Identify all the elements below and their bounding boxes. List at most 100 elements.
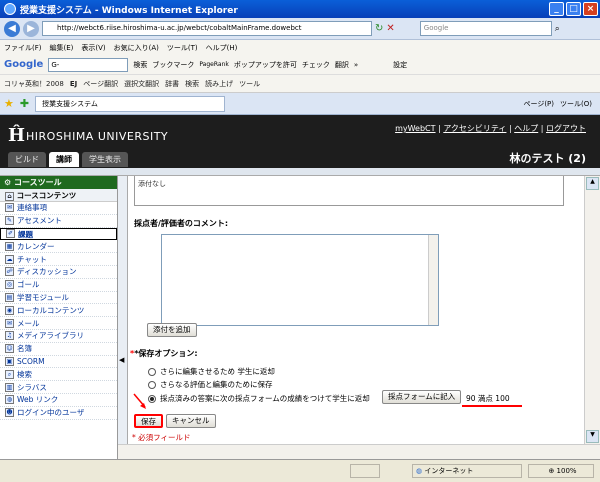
- settings-button[interactable]: 設定: [393, 60, 407, 70]
- search-button[interactable]: 検索: [185, 79, 199, 89]
- dictionary-button[interactable]: 辞書: [165, 79, 179, 89]
- help-link[interactable]: ヘルプ: [514, 124, 538, 133]
- check-button[interactable]: チェック: [302, 60, 330, 70]
- sidebar-item-assignments[interactable]: ✐ 課題: [0, 227, 117, 241]
- sidebar-item-discussion[interactable]: ☍ ディスカッション: [0, 266, 117, 279]
- radio-return-for-edit[interactable]: [148, 368, 156, 376]
- menu-favorites[interactable]: お気に入り(A): [114, 43, 159, 53]
- sidebar-item-calendar[interactable]: ▦ カレンダー: [0, 240, 117, 254]
- sidebar-item-online-users[interactable]: ☻ ログイン中のユーザ: [0, 407, 117, 420]
- home-icon: ⌂: [5, 192, 14, 201]
- browser-tab[interactable]: 授業支援システム: [35, 95, 226, 112]
- minimize-button[interactable]: _: [549, 2, 564, 16]
- menu-help[interactable]: ヘルプ(H): [206, 43, 238, 53]
- stop-icon[interactable]: ✕: [386, 23, 394, 34]
- university-logo-icon: Ĥ: [8, 125, 26, 146]
- local-content-icon: ◉: [5, 305, 14, 315]
- vertical-scrollbar[interactable]: ▲ ▼: [584, 176, 600, 444]
- sidebar-group-course-content[interactable]: ⌂ コースコンテンツ: [0, 189, 117, 202]
- save-button[interactable]: 保存: [134, 414, 163, 428]
- required-note: * 必須フィールド: [132, 433, 191, 442]
- menu-edit[interactable]: 編集(E): [50, 43, 74, 53]
- url-field[interactable]: http://webct6.riise.hiroshima-u.ac.jp/we…: [42, 21, 372, 36]
- calendar-icon: ▦: [5, 241, 14, 251]
- option-return-for-edit[interactable]: さらに編集させるため 学生に返却: [148, 366, 275, 377]
- favorites-star-icon[interactable]: ★: [4, 97, 14, 110]
- horizontal-scrollbar[interactable]: [118, 444, 600, 459]
- menu-view[interactable]: 表示(V): [81, 43, 105, 53]
- sidebar-item-goals[interactable]: ◎ ゴール: [0, 279, 117, 292]
- search-input[interactable]: Google: [419, 21, 552, 36]
- mywebct-link[interactable]: myWebCT: [395, 124, 435, 133]
- google-search-input[interactable]: G-: [48, 57, 129, 72]
- search-icon[interactable]: ⌕: [555, 24, 560, 34]
- sidebar-item-syllabus[interactable]: ▥ シラバス: [0, 381, 117, 394]
- web-link-icon: ◍: [5, 395, 14, 405]
- announcement-icon: ✉: [5, 203, 14, 213]
- comment-textarea[interactable]: [161, 234, 439, 326]
- close-button[interactable]: ×: [583, 2, 598, 16]
- radio-save-for-evaluation[interactable]: [148, 381, 156, 389]
- more-button[interactable]: »: [354, 61, 358, 69]
- university-name: HIROSHIMA UNIVERSITY: [26, 130, 169, 143]
- accessibility-link[interactable]: アクセシビリティ: [443, 124, 506, 133]
- read-aloud-button[interactable]: 読み上げ: [205, 79, 233, 89]
- assessment-icon: ✎: [5, 216, 14, 226]
- sidebar-item-announcements[interactable]: ✉ 連絡事項: [0, 202, 117, 215]
- chat-icon: ☁: [5, 254, 14, 264]
- option-return-with-grade[interactable]: 採点済みの答案に次の採点フォームの成績をつけて学生に返却: [148, 393, 370, 404]
- sidebar-item-roster[interactable]: ☺ 名簿: [0, 343, 117, 356]
- course-tools-sidebar: ⚙ コースツール ⌂ コースコンテンツ ✉ 連絡事項 ✎ アセスメント ✐ 課題 ▦ カ…: [0, 176, 118, 459]
- discussion-icon: ☍: [5, 267, 14, 277]
- google-search-button[interactable]: 検索: [133, 60, 147, 70]
- header-separator: [0, 168, 600, 176]
- page-translate-button[interactable]: ページ翻訳: [83, 79, 118, 89]
- back-button[interactable]: ◀: [4, 20, 20, 37]
- google-logo: Google: [4, 59, 44, 70]
- scroll-down-icon[interactable]: ▼: [586, 430, 599, 443]
- translate-button[interactable]: 翻訳: [335, 60, 349, 70]
- forward-button[interactable]: ▶: [23, 20, 39, 37]
- zoom-level[interactable]: ⊕ 100%: [528, 464, 594, 478]
- sidebar-item-assessments[interactable]: ✎ アセスメント: [0, 215, 117, 228]
- sidebar-item-web-links[interactable]: ◍ Web リンク: [0, 394, 117, 407]
- add-attachment-button[interactable]: 添付を追加: [147, 323, 197, 337]
- sidebar-item-search[interactable]: ⌕ 検索: [0, 368, 117, 382]
- scroll-up-icon[interactable]: ▲: [586, 177, 599, 190]
- tab-student-view[interactable]: 学生表示: [82, 152, 128, 167]
- popup-allow-button[interactable]: ポップアップを許可: [234, 60, 297, 70]
- cancel-button[interactable]: キャンセル: [166, 414, 216, 428]
- option-save-for-evaluation[interactable]: さらなる評価と編集のために保存: [148, 379, 273, 390]
- bookmark-button[interactable]: ブックマーク: [152, 60, 194, 70]
- sidebar-item-learning-modules[interactable]: ▤ 学習モジュール: [0, 292, 117, 305]
- tab-build[interactable]: ビルド: [8, 152, 46, 167]
- ej-button[interactable]: EJ: [70, 80, 77, 88]
- sidebar-divider[interactable]: ◀: [118, 176, 128, 459]
- menu-tools[interactable]: ツール(T): [167, 43, 198, 53]
- zoom-icon: ⊕: [548, 467, 557, 475]
- sidebar-item-scorm[interactable]: ▣ SCORM: [0, 356, 117, 369]
- collapse-arrow-icon[interactable]: ◀: [119, 356, 124, 364]
- sidebar-item-chat[interactable]: ☁ チャット: [0, 253, 117, 266]
- window-title-bar: 授業支援システム - Windows Internet Explorer _ □…: [0, 0, 600, 18]
- score-underline: [462, 405, 522, 407]
- logout-link[interactable]: ログアウト: [546, 124, 586, 133]
- sidebar-item-mail[interactable]: ✉ メール: [0, 317, 117, 330]
- selection-translate-button[interactable]: 選択文翻訳: [124, 79, 159, 89]
- page-menu[interactable]: ページ(P): [523, 99, 554, 109]
- previous-attachment-box: 添付なし: [134, 176, 564, 206]
- maximize-button[interactable]: □: [566, 2, 581, 16]
- syllabus-icon: ▥: [5, 382, 14, 392]
- grade-form-button[interactable]: 採点フォームに記入: [382, 390, 462, 404]
- browser-tab-bar: ★ ✚ 授業支援システム ページ(P) ツール(O): [0, 93, 600, 115]
- tools-button[interactable]: ツール: [239, 79, 260, 89]
- menu-file[interactable]: ファイル(F): [4, 43, 42, 53]
- refresh-icon[interactable]: ↻: [375, 23, 383, 34]
- tools-menu[interactable]: ツール(O): [560, 99, 592, 109]
- tab-instructor[interactable]: 講師: [49, 152, 79, 167]
- assignment-icon: ✐: [6, 229, 15, 239]
- sidebar-item-local-content[interactable]: ◉ ローカルコンテンツ: [0, 304, 117, 318]
- sidebar-item-media-library[interactable]: ♫ メディアライブラリ: [0, 330, 117, 343]
- course-title: 林のテスト (2): [509, 152, 586, 165]
- add-favorite-icon[interactable]: ✚: [20, 97, 29, 110]
